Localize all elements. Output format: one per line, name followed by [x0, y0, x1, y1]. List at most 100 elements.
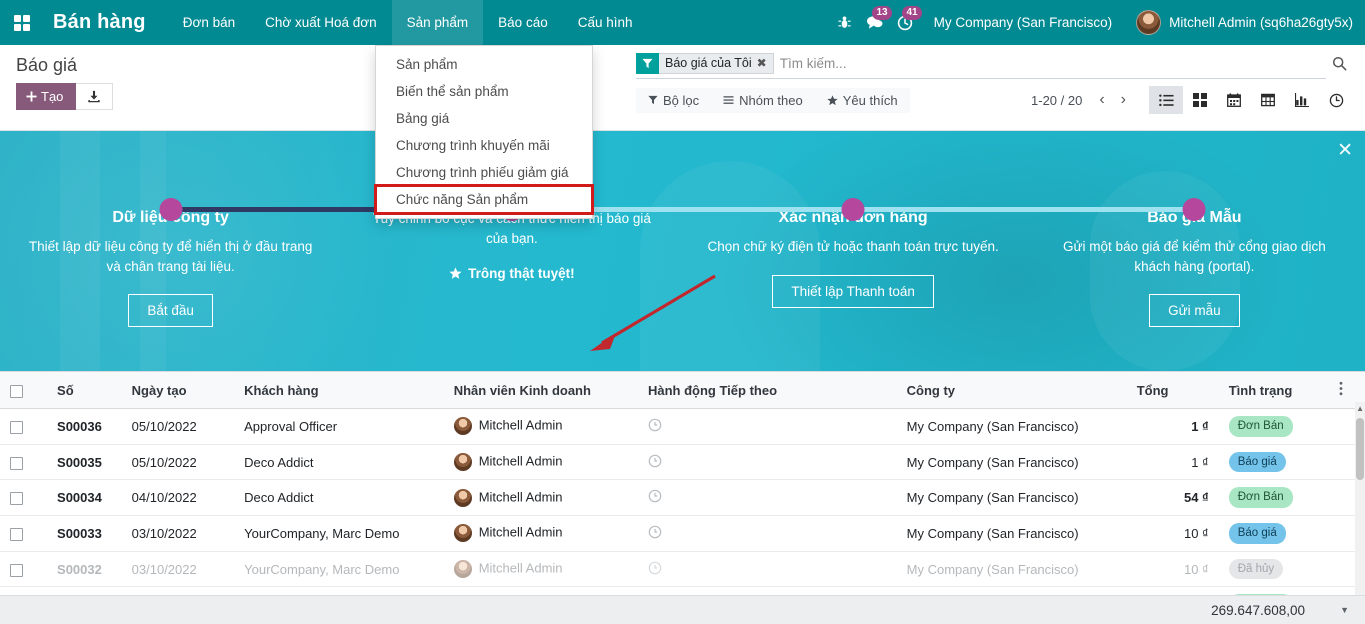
step-dot [841, 198, 865, 221]
view-switcher [1149, 86, 1353, 114]
cell-total: 10 ₫ [1126, 551, 1219, 588]
row-select-cell [0, 479, 48, 517]
favorites-toggle[interactable]: Yêu thích [815, 88, 910, 113]
table-row[interactable]: S00034 04/10/2022 Deco Addict Mitchell A… [0, 479, 1365, 517]
activities-button[interactable]: 41 [890, 0, 922, 45]
view-button-pivot[interactable] [1251, 86, 1285, 114]
create-button[interactable]: Tạo [16, 83, 77, 110]
dropdown-item-bien-the-san-pham[interactable]: Biến thể sản phẩm [376, 78, 592, 105]
pager-next-button[interactable]: › [1114, 90, 1133, 110]
search-icon[interactable] [1326, 56, 1353, 75]
groupby-toggle[interactable]: Nhóm theo [711, 88, 815, 113]
row-checkbox[interactable] [10, 563, 23, 577]
pager-previous-button[interactable]: ‹ [1092, 90, 1111, 110]
scroll-up-icon[interactable]: ▲ [1356, 404, 1364, 413]
search-input[interactable] [779, 55, 1326, 71]
app-brand-sales[interactable]: Bán hàng [40, 0, 168, 45]
column-header-nhan-vien-kinh-doanh[interactable]: Nhân viên Kinh doanh [443, 371, 638, 409]
select-all-checkbox[interactable] [10, 384, 23, 398]
footer-total-value: 269.647.608,00 [1211, 602, 1305, 618]
caret-down-icon[interactable]: ▼ [1340, 605, 1349, 615]
menu-cho-xuat-hoa-don[interactable]: Chờ xuất Hoá đơn [250, 0, 392, 45]
select-all-header [0, 371, 48, 409]
filters-toggle-label: Bộ lọc [663, 92, 700, 108]
view-button-activity[interactable] [1319, 86, 1353, 114]
table-row[interactable]: S00036 05/10/2022 Approval Officer Mitch… [0, 408, 1365, 445]
cell-total: 1 ₫ [1126, 444, 1219, 481]
dropdown-item-chuong-trinh-phieu-giam-gia[interactable]: Chương trình phiếu giảm giá [376, 159, 592, 186]
row-checkbox[interactable] [10, 456, 23, 470]
step-button-thiet-lap-thanh-toan[interactable]: Thiết lập Thanh toán [772, 274, 934, 308]
dropdown-item-chuc-nang-san-pham[interactable]: Chức năng Sản phẩm [374, 184, 594, 215]
cell-total: 54 ₫ [1126, 479, 1219, 517]
table-row[interactable]: S00033 03/10/2022 YourCompany, Marc Demo… [0, 515, 1365, 552]
user-menu[interactable]: Mitchell Admin (sq6ha26gty5x) [1126, 10, 1353, 35]
filter-icon [648, 95, 658, 105]
status-badge: Đơn Bán [1228, 487, 1293, 509]
cell-customer: Approval Officer [234, 408, 444, 445]
list-icon [1158, 93, 1174, 106]
search-view[interactable]: Báo giá của Tôi ✖ [636, 51, 1326, 79]
apps-menu-button[interactable] [0, 0, 40, 45]
table-row[interactable]: S00035 05/10/2022 Deco Addict Mitchell A… [0, 444, 1365, 481]
view-button-graph[interactable] [1285, 86, 1319, 114]
row-checkbox[interactable] [10, 492, 23, 506]
view-button-list[interactable] [1149, 86, 1183, 114]
row-select-cell [0, 551, 48, 588]
onboarding-steps: Dữ liệu công ty Thiết lập dữ liệu công t… [0, 131, 1365, 371]
step-status-done[interactable]: Trông thật tuyệt! [449, 266, 575, 281]
tools-row: Bộ lọc Nhóm theo Yêu thích 1-20 / 20 ‹ › [636, 86, 1353, 114]
menu-san-pham[interactable]: Sản phẩm [391, 0, 484, 45]
dropdown-item-san-pham[interactable]: Sản phẩm [376, 51, 592, 78]
step-button-gui-mau[interactable]: Gửi mẫu [1149, 294, 1240, 328]
view-button-calendar[interactable] [1217, 86, 1251, 114]
groupby-toggle-label: Nhóm theo [739, 92, 803, 108]
menu-bao-cao[interactable]: Báo cáo [483, 0, 563, 45]
cell-number: S00036 [47, 408, 122, 445]
list-scrollbar[interactable]: ▲ [1355, 402, 1365, 618]
cell-customer: YourCompany, Marc Demo [234, 515, 444, 552]
column-header-hanh-dong-tiep-theo[interactable]: Hành động Tiếp theo [637, 371, 897, 409]
menu-cau-hinh[interactable]: Cấu hình [563, 0, 648, 45]
column-header-tong[interactable]: Tổng [1126, 371, 1219, 409]
column-header-cong-ty[interactable]: Công ty [896, 371, 1127, 409]
scrollbar-thumb[interactable] [1356, 418, 1364, 480]
row-checkbox[interactable] [10, 420, 23, 434]
plus-icon [26, 91, 37, 102]
column-header-ngay-tao[interactable]: Ngày tạo [121, 371, 235, 409]
clock-icon [648, 489, 662, 503]
column-header-tinh-trang[interactable]: Tình trạng [1218, 371, 1330, 409]
cell-status: Báo giá [1218, 444, 1330, 481]
grid-apps-icon [14, 14, 30, 31]
dropdown-item-bang-gia[interactable]: Bảng giá [376, 105, 592, 132]
cell-next-activity [637, 515, 897, 552]
search-facet-text: Báo giá của Tôi [665, 56, 752, 70]
step-button-bat-dau[interactable]: Bắt đầu [128, 294, 213, 328]
cell-salesperson: Mitchell Admin [443, 515, 638, 552]
dropdown-item-chuong-trinh-khuyen-mai[interactable]: Chương trình khuyến mãi [376, 132, 592, 159]
top-navbar: Bán hàng Đơn bán Chờ xuất Hoá đơn Sản ph… [0, 0, 1365, 45]
search-facet[interactable]: Báo giá của Tôi ✖ [636, 52, 774, 74]
debug-menu-button[interactable] [830, 0, 860, 45]
bar-chart-icon [1295, 93, 1309, 107]
filters-toggle[interactable]: Bộ lọc [636, 88, 711, 113]
row-select-cell [0, 444, 48, 481]
company-switcher[interactable]: My Company (San Francisco) [920, 15, 1127, 30]
navbar-spacer [648, 0, 830, 45]
view-button-kanban[interactable] [1183, 86, 1217, 114]
column-header-so[interactable]: Số [47, 371, 122, 409]
cell-salesperson: Mitchell Admin [443, 551, 638, 588]
activities-badge: 41 [902, 6, 922, 20]
column-header-khach-hang[interactable]: Khách hàng [234, 371, 444, 409]
table-row[interactable]: S00032 03/10/2022 YourCompany, Marc Demo… [0, 551, 1365, 588]
row-select-cell [0, 515, 48, 552]
row-checkbox[interactable] [10, 527, 23, 541]
import-button[interactable] [76, 83, 114, 110]
menu-don-ban[interactable]: Đơn bán [168, 0, 250, 45]
messages-button[interactable]: 13 [860, 0, 892, 45]
step-action: Thiết lập Thanh toán [707, 274, 1000, 308]
control-panel: Báo giá Tạo Báo giá của Tôi ✖ Tìm kiếm..… [0, 45, 1365, 131]
facet-remove-icon[interactable]: ✖ [757, 56, 767, 70]
onboarding-banner: ✕ Dữ liệu công ty Thiết lập dữ liệu công… [0, 131, 1365, 371]
quotations-table: Số Ngày tạo Khách hàng Nhân viên Kinh do… [0, 371, 1365, 618]
